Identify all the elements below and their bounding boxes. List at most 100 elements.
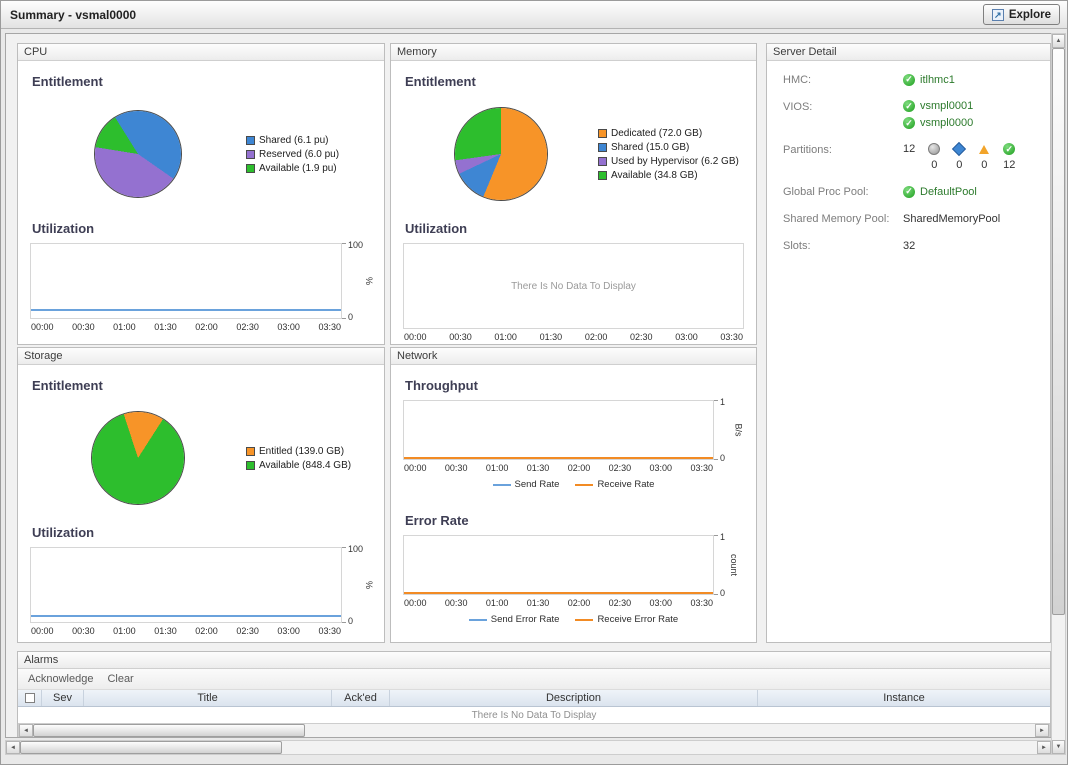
legend-label: Entitled (139.0 GB) <box>259 446 344 457</box>
shared-memory-pool-row: Shared Memory Pool: SharedMemoryPool <box>783 212 1042 225</box>
scroll-left-button[interactable]: ◄ <box>6 741 20 754</box>
explore-button[interactable]: Explore <box>983 4 1060 25</box>
scroll-right-button[interactable]: ► <box>1037 741 1051 754</box>
memory-panel-title: Memory <box>397 46 437 58</box>
storage-panel-header: Storage <box>18 348 384 365</box>
y-axis-min-label: 0 <box>720 588 725 598</box>
partitions-row: Partitions: 12 0 0 0 <box>783 143 1042 171</box>
partition-status-icon <box>1003 143 1015 155</box>
partition-status-count: 0 <box>981 159 987 171</box>
legend-line-swatch <box>493 484 511 486</box>
y-axis-min-label: 0 <box>348 616 353 626</box>
legend-item: Shared (6.1 pu) <box>246 135 372 146</box>
column-header[interactable]: Instance <box>758 690 1050 706</box>
vios-value-list: vsmpl0001 vsmpl0000 <box>903 100 973 129</box>
storage-entitlement-heading: Entitlement <box>32 377 372 394</box>
vios-value-link[interactable]: vsmpl0000 <box>920 117 973 129</box>
slots-value: 32 <box>903 239 915 252</box>
memory-utilization-heading: Utilization <box>405 220 744 237</box>
legend-label: Shared (6.1 pu) <box>259 135 329 146</box>
x-tick-label: 01:00 <box>486 463 509 473</box>
network-throughput-plot-area <box>403 400 714 460</box>
x-tick-label: 02:00 <box>195 626 218 636</box>
legend-item: Available (34.8 GB) <box>598 170 744 181</box>
server-detail-panel-header: Server Detail <box>767 44 1050 61</box>
partition-status-icon <box>978 143 990 155</box>
legend-label: Available (848.4 GB) <box>259 460 351 471</box>
page-horizontal-scrollbar[interactable]: ◄ ► <box>5 740 1052 755</box>
acknowledge-button[interactable]: Acknowledge <box>28 673 93 685</box>
scrollbar-thumb[interactable] <box>1052 48 1065 615</box>
memory-utilization-plot-area: There Is No Data To Display <box>403 243 744 329</box>
select-all-checkbox[interactable] <box>25 693 35 703</box>
scrollbar-track[interactable] <box>1052 48 1065 740</box>
network-throughput-x-axis: 00:0000:3001:0001:3002:0002:3003:0003:30 <box>403 463 714 473</box>
scrollbar-thumb[interactable] <box>33 724 305 737</box>
x-tick-label: 00:30 <box>445 463 468 473</box>
network-throughput-legend: Send Rate Receive Rate <box>403 479 744 490</box>
scrollbar-thumb[interactable] <box>20 741 282 754</box>
cpu-entitlement-legend: Shared (6.1 pu) Reserved (6.0 pu) Availa… <box>246 135 372 174</box>
memory-utilization-chart: There Is No Data To Display 00:0000:3001… <box>403 243 744 342</box>
legend-item: Used by Hypervisor (6.2 GB) <box>598 156 744 167</box>
scrollbar-track[interactable] <box>20 741 1037 754</box>
hmc-value-link[interactable]: itlhmc1 <box>920 74 955 86</box>
cpu-panel-title: CPU <box>24 46 47 58</box>
column-header[interactable]: Sev <box>42 690 84 706</box>
scrollbar-track[interactable] <box>33 724 1035 737</box>
status-ok-icon <box>903 74 915 86</box>
scroll-up-button[interactable]: ▲ <box>1052 34 1065 48</box>
column-header[interactable]: Title <box>84 690 332 706</box>
x-tick-label: 03:00 <box>277 322 300 332</box>
scroll-left-button[interactable]: ◄ <box>19 724 33 737</box>
legend-label: Receive Error Rate <box>597 614 678 625</box>
column-header[interactable]: Ack'ed <box>332 690 390 706</box>
partition-status: 0 <box>952 143 966 171</box>
x-tick-label: 01:30 <box>527 598 550 608</box>
vios-row: VIOS: vsmpl0001 vsmpl0000 <box>783 100 1042 129</box>
network-error-rate-y-axis: 1 0 count <box>714 535 744 595</box>
network-panel-title: Network <box>397 350 437 362</box>
storage-utilization-series-line <box>31 615 341 617</box>
server-detail-panel: Server Detail HMC: itlhmc1 VIOS: vsmpl00… <box>766 43 1051 643</box>
storage-entitlement-chart-row: Entitled (139.0 GB) Available (848.4 GB) <box>30 400 372 516</box>
vios-value-line: vsmpl0001 <box>903 100 973 112</box>
global-proc-pool-value-link[interactable]: DefaultPool <box>920 186 977 198</box>
x-tick-label: 00:00 <box>404 598 427 608</box>
y-axis-min-label: 0 <box>720 453 725 463</box>
legend-swatch <box>246 447 255 456</box>
storage-utilization-heading: Utilization <box>32 524 372 541</box>
storage-panel: Storage Entitlement Entitled (139.0 GB) … <box>17 347 385 643</box>
legend-label: Send Error Rate <box>491 614 560 625</box>
legend-line-swatch <box>575 484 593 486</box>
vios-value-link[interactable]: vsmpl0001 <box>920 100 973 112</box>
legend-item: Receive Rate <box>575 479 654 490</box>
legend-swatch <box>246 461 255 470</box>
legend-label: Available (34.8 GB) <box>611 170 698 181</box>
legend-label: Shared (15.0 GB) <box>611 142 689 153</box>
cpu-panel-header: CPU <box>18 44 384 61</box>
network-error-rate-heading: Error Rate <box>405 512 744 529</box>
x-tick-label: 02:00 <box>568 463 591 473</box>
partition-status: 12 <box>1002 143 1016 171</box>
legend-item: Available (1.9 pu) <box>246 163 372 174</box>
network-error-rate-plot-area <box>403 535 714 595</box>
hmc-row: HMC: itlhmc1 <box>783 73 1042 86</box>
partitions-label: Partitions: <box>783 143 903 171</box>
x-tick-label: 02:30 <box>236 626 259 636</box>
cpu-utilization-x-axis: 00:0000:3001:0001:3002:0002:3003:0003:30 <box>30 322 342 332</box>
scroll-right-button[interactable]: ► <box>1035 724 1049 737</box>
legend-label: Reserved (6.0 pu) <box>259 149 339 160</box>
cpu-utilization-chart: 100 0 % 00:0000:3001:0001:3002:0002:3003… <box>30 243 372 332</box>
alarms-horizontal-scrollbar[interactable]: ◄ ► <box>18 723 1050 738</box>
x-tick-label: 02:30 <box>236 322 259 332</box>
column-header[interactable]: Description <box>390 690 758 706</box>
scroll-down-button[interactable]: ▼ <box>1052 740 1065 754</box>
x-tick-label: 01:30 <box>154 322 177 332</box>
memory-entitlement-legend: Dedicated (72.0 GB) Shared (15.0 GB) Use… <box>598 128 744 181</box>
clear-button[interactable]: Clear <box>107 673 133 685</box>
x-tick-label: 02:30 <box>630 332 653 342</box>
legend-swatch <box>246 136 255 145</box>
page-vertical-scrollbar[interactable]: ▲ ▼ <box>1051 33 1066 755</box>
legend-label: Available (1.9 pu) <box>259 163 337 174</box>
